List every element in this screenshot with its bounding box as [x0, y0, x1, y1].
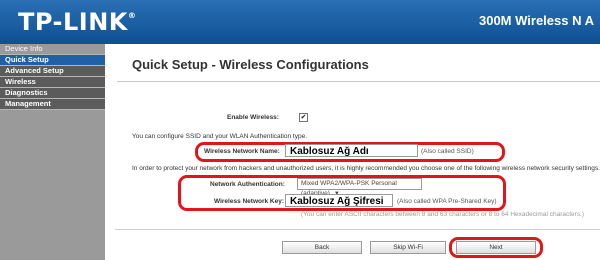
network-key-length-hint: (You can enter ASCII characters between … [301, 211, 585, 218]
top-header: TP-LINK® 300M Wireless N A [0, 0, 600, 44]
security-intro-text: In order to protect your network from ha… [132, 165, 600, 172]
sidebar-item-device-info[interactable]: Device Info [0, 44, 105, 55]
buttons-divider [115, 229, 600, 230]
product-name: 300M Wireless N A [478, 13, 594, 28]
network-key-hint: (Also called WPA Pre-Shared Key) [397, 198, 497, 205]
sidebar-item-quick-setup[interactable]: Quick Setup [0, 55, 105, 66]
sidebar-item-advanced-setup[interactable]: Advanced Setup [0, 66, 105, 77]
network-authentication-label: Network Authentication: [210, 181, 285, 188]
logo-text: TP-LINK [18, 8, 128, 36]
enable-wireless-checkbox[interactable]: ✔ [299, 113, 308, 122]
title-divider [117, 81, 600, 82]
page-title: Quick Setup - Wireless Configurations [132, 57, 369, 72]
ssid-label: Wireless Network Name: [204, 148, 280, 155]
sidebar-item-management[interactable]: Management [0, 99, 105, 110]
ssid-intro-text: You can configure SSID and your WLAN Aut… [132, 133, 308, 140]
sidebar-item-diagnostics[interactable]: Diagnostics [0, 88, 105, 99]
back-button[interactable]: Back [282, 241, 362, 254]
network-authentication-select[interactable]: Mixed WPA2/WPA-PSK Personal (adaptive)▼ [297, 178, 422, 197]
skip-wifi-button[interactable]: Skip Wi-Fi [370, 241, 446, 254]
network-key-input[interactable]: Kablosuz Ağ Şifresi [285, 194, 393, 207]
network-key-label: Wireless Network Key: [214, 198, 285, 205]
ssid-hint: (Also called SSID) [421, 148, 474, 155]
next-button[interactable]: Next [456, 241, 536, 254]
ssid-input[interactable]: Kablosuz Ağ Adı [285, 144, 418, 157]
logo-registered-mark: ® [127, 11, 137, 20]
sidebar: Device Info Quick Setup Advanced Setup W… [0, 44, 105, 260]
enable-wireless-label: Enable Wireless: [227, 114, 279, 121]
tp-link-logo: TP-LINK® [18, 8, 136, 36]
sidebar-item-wireless[interactable]: Wireless [0, 77, 105, 88]
main-panel: Quick Setup - Wireless Configurations En… [105, 44, 600, 260]
